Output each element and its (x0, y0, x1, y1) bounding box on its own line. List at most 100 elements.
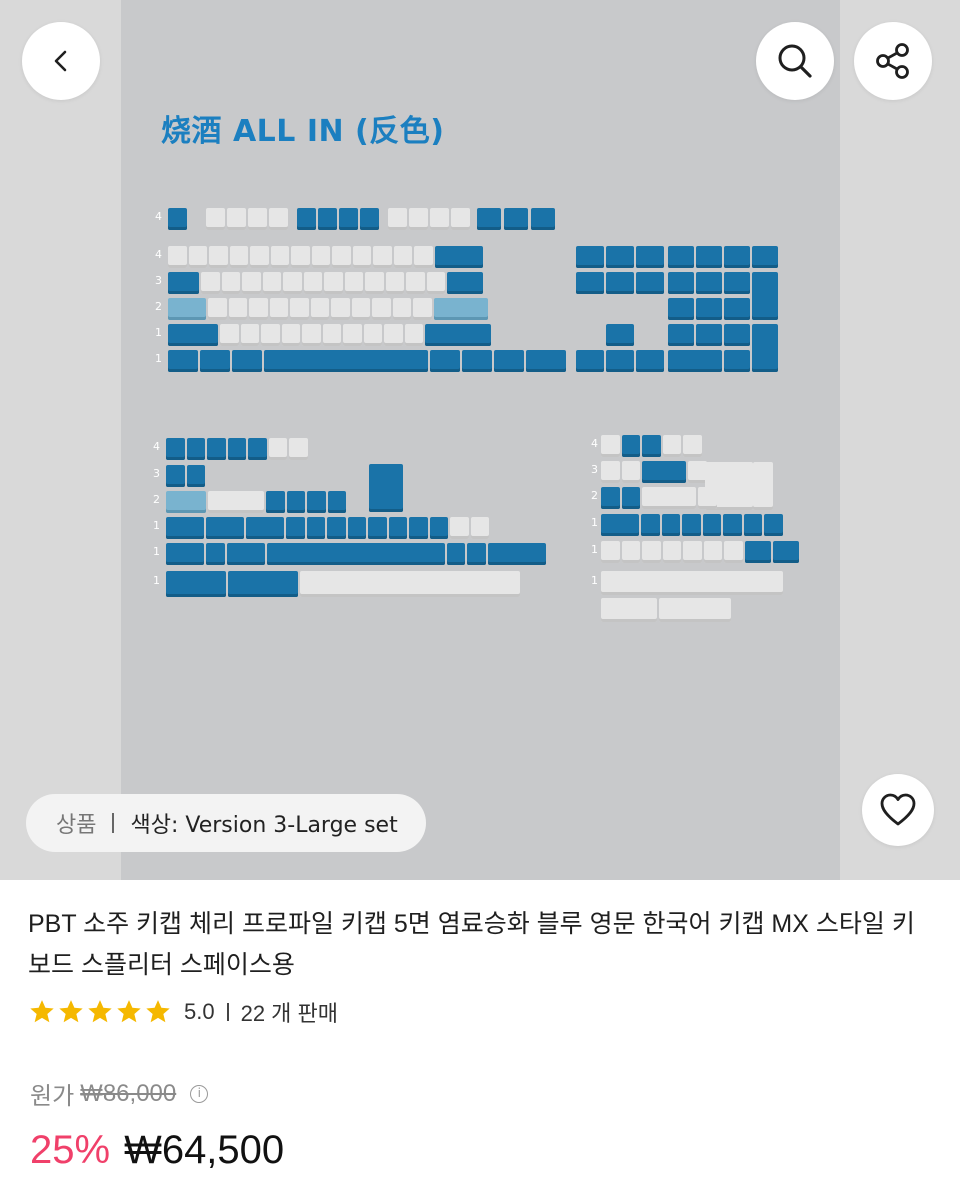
sale-price: ₩64,500 (124, 1128, 285, 1172)
keycap (576, 246, 604, 268)
keycap (696, 298, 722, 320)
keycap (668, 350, 722, 372)
keycap (752, 272, 778, 320)
row-profile-label: 1 (591, 516, 598, 529)
keycap (207, 438, 226, 460)
keycap (384, 324, 403, 346)
product-image: 烧酒 ALL IN (反色) 443211432111432111 (121, 0, 840, 880)
wishlist-button[interactable] (862, 774, 934, 846)
keycap (168, 350, 198, 372)
keycap (764, 514, 783, 536)
keycap (168, 272, 199, 294)
keycap (698, 487, 717, 509)
keycap (250, 246, 269, 268)
keycap (327, 517, 346, 539)
keycap (300, 571, 520, 597)
variant-label: 상품 (56, 813, 97, 838)
keycap (724, 272, 750, 294)
keycap (206, 517, 244, 539)
product-image-gallery[interactable]: 烧酒 ALL IN (反色) 443211432111432111 상품 색상:… (0, 0, 960, 880)
keycap (248, 208, 267, 230)
keycap (360, 208, 379, 230)
keycap (240, 324, 259, 346)
keycap (232, 350, 262, 372)
keycap (289, 438, 308, 460)
keycap (636, 350, 664, 372)
search-button[interactable] (756, 22, 834, 100)
keycap (659, 598, 731, 622)
keycap (392, 298, 411, 320)
keycap (369, 464, 403, 512)
keycap-set-illustration: 4 4 3 2 1 1 4 3 2 1 1 1 4 3 2 1 1 1 (121, 0, 840, 880)
keycap (286, 517, 305, 539)
keycap (636, 246, 664, 268)
keycap (290, 298, 309, 320)
info-icon[interactable]: i (190, 1084, 209, 1103)
keycap (601, 571, 783, 595)
keycap (752, 324, 778, 372)
row-profile-label: 3 (591, 463, 598, 476)
keycap (576, 272, 604, 294)
rating-row[interactable]: 5.0 22 개 판매 (28, 997, 338, 1027)
keycap (302, 324, 321, 346)
keycap (166, 571, 226, 597)
keycap (430, 350, 460, 372)
keycap (168, 246, 187, 268)
keycap (297, 208, 316, 230)
keycap (601, 598, 657, 622)
search-icon (778, 44, 812, 78)
keycap (166, 438, 185, 460)
heart-icon (880, 793, 916, 826)
keycap (688, 461, 707, 483)
keycap (753, 462, 773, 510)
divider (226, 1003, 229, 1021)
keycap (206, 208, 225, 230)
divider (112, 813, 115, 833)
keycap (662, 541, 681, 563)
share-button[interactable] (854, 22, 932, 100)
row-profile-label: 3 (155, 274, 162, 287)
keycap (324, 272, 343, 294)
keycap (363, 324, 382, 346)
keycap (268, 438, 287, 460)
keycap (477, 208, 501, 230)
keycap (270, 246, 289, 268)
back-button[interactable] (22, 22, 100, 100)
selected-variant-chip[interactable]: 상품 색상: Version 3-Large set (26, 794, 426, 852)
keycap (221, 272, 240, 294)
keycap (339, 208, 358, 230)
keycap (450, 517, 469, 539)
row-profile-label: 2 (153, 493, 160, 506)
keycap (621, 461, 640, 483)
keycap (318, 208, 337, 230)
keycap (220, 324, 239, 346)
keycap (462, 350, 492, 372)
keycap (413, 298, 432, 320)
keycap (322, 324, 341, 346)
keycap (166, 491, 206, 513)
keycap (200, 350, 230, 372)
keycap (227, 208, 246, 230)
keycap (606, 246, 634, 268)
keycap (425, 324, 491, 346)
keycap (168, 208, 187, 230)
keycap (281, 324, 300, 346)
keycap (246, 517, 284, 539)
keycap (430, 208, 449, 230)
keycap (266, 491, 285, 513)
keycap (642, 487, 696, 509)
keycap (311, 246, 330, 268)
keycap (266, 543, 445, 565)
keycap (406, 272, 425, 294)
keycap (467, 543, 486, 565)
row-profile-label: 1 (155, 352, 162, 365)
keycap (269, 208, 288, 230)
keycap (724, 350, 750, 372)
keycap (668, 246, 694, 268)
keycap (249, 298, 268, 320)
row-profile-label: 4 (155, 248, 162, 261)
keycap (621, 541, 640, 563)
keycap (429, 517, 448, 539)
original-price-row: 원가 ₩86,000 i (30, 1076, 209, 1111)
original-price: ₩86,000 (80, 1079, 177, 1107)
